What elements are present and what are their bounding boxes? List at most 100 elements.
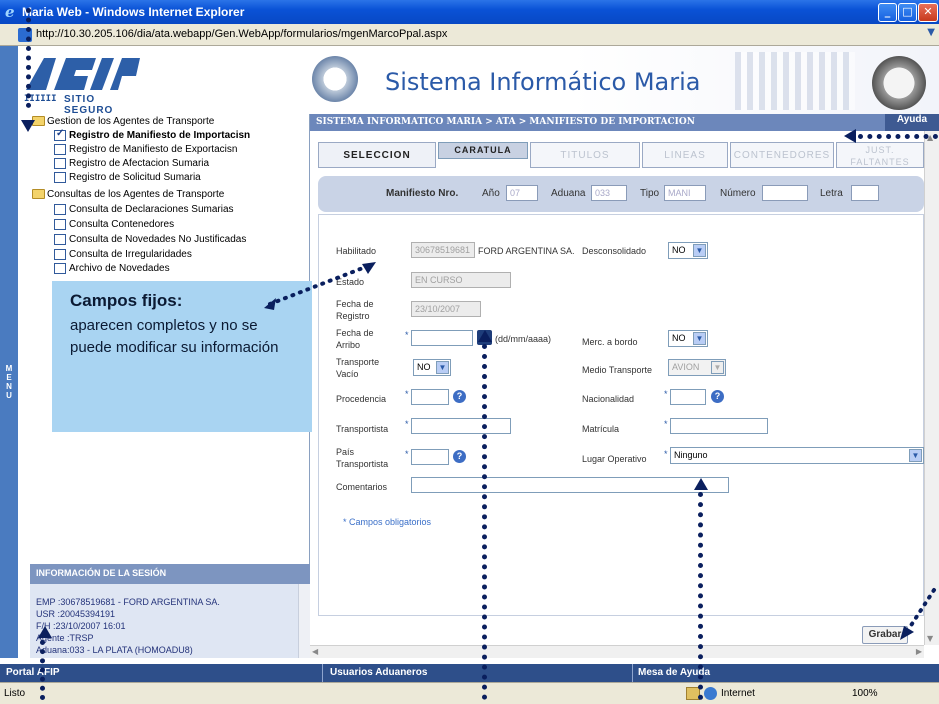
pais-transportista-label: País Transportista [336,447,389,469]
divider [632,664,633,682]
tab-titulos[interactable]: TITULOS [530,142,640,168]
merc-select[interactable]: NO ▼ [668,330,708,347]
tree-item-consulta-novedades[interactable]: Consulta de Novedades No Justificadas [54,234,246,245]
chevron-down-icon: ▼ [711,361,724,374]
tree-item-registro-exportacion[interactable]: Registro de Manifiesto de Exportacisn [54,144,237,155]
annotation-arrow [844,129,856,143]
manifest-tipo-field: MANI [664,185,706,201]
banner-title: Sistema Informático Maria [385,68,701,96]
session-info: EMP :30678519681 - FORD ARGENTINA SA. US… [30,584,310,658]
address-url[interactable]: http://10.30.205.106/dia/ata.webapp/Gen.… [36,28,447,40]
horizontal-scrollbar[interactable]: ◀ ▶ [310,645,924,658]
required-asterisk: * [405,330,409,340]
link-usuarios-aduaneros[interactable]: Usuarios Aduaneros [330,667,427,678]
session-aduana: Aduana:033 - LA PLATA (HOMOADU8) [36,645,193,655]
minimize-button[interactable]: _ [878,3,897,22]
tab-lineas[interactable]: LINEAS [642,142,728,168]
tree-item-consulta-irregularidades[interactable]: Consulta de Irregularidades [54,249,192,260]
document-icon [54,172,66,183]
zoom-level[interactable]: 100% [852,688,878,699]
tree-item-consulta-declaraciones[interactable]: Consulta de Declaraciones Sumarias [54,204,234,215]
help-icon[interactable]: ? [711,390,724,403]
medio-transporte-label: Medio Transporte [582,365,653,375]
tab-just-faltantes[interactable]: JUST. FALTANTES [836,142,924,168]
tree-folder-consultas[interactable]: Consultas de los Agentes de Transporte [32,189,224,200]
chevron-down-icon: ▼ [693,332,706,345]
maria-seal-icon [312,56,358,102]
matricula-field[interactable] [670,418,768,434]
help-icon[interactable]: ? [453,390,466,403]
required-asterisk: * [664,449,668,459]
afip-logo-subtitle: SITIO SEGURO [64,94,114,116]
form-area [318,214,924,616]
tree-item-consulta-contenedores[interactable]: Consulta Contenedores [54,219,174,230]
manifest-numero-label: Número [720,188,756,199]
callout-title: Campos fijos: [70,291,183,310]
divider [322,664,323,682]
tree-folder-gestion[interactable]: Gestion de los Agentes de Transporte [32,116,214,127]
annotation-pointer-comentarios [698,492,703,700]
document-icon [54,144,66,155]
fecha-arribo-field[interactable] [411,330,473,346]
tree-item-afectacion-sumaria[interactable]: Registro de Afectacion Sumaria [54,158,209,169]
annotation-pointer-fixed-fields [264,262,376,310]
chevron-down-icon: ▼ [436,361,449,374]
comentarios-field[interactable] [411,477,729,493]
maximize-button[interactable]: □ [898,3,917,22]
side-menu-strip[interactable]: M E N U [0,46,18,658]
medio-transporte-select: AVION ▼ [668,359,726,376]
tree-item-registro-importacion[interactable]: ✓ Registro de Manifiesto de Importacisn [54,128,250,141]
vertical-scrollbar[interactable]: ▲ ▼ [924,131,939,645]
dropdown-arrow-icon[interactable]: ▼ [927,27,935,38]
pais-transportista-field[interactable] [411,449,449,465]
address-bar[interactable]: http://10.30.205.106/dia/ata.webapp/Gen.… [0,24,939,46]
manifest-aduana-label: Aduana [551,188,586,199]
manifest-year-field: 07 [506,185,538,201]
scroll-right-icon[interactable]: ▶ [916,647,922,656]
required-asterisk: * [405,449,409,459]
transporte-vacio-select[interactable]: NO ▼ [413,359,451,376]
procedencia-field[interactable] [411,389,449,405]
fecha-arribo-label: Fecha de Arribo [336,328,374,350]
procedencia-label: Procedencia [336,394,387,404]
breadcrumb: SISTEMA INFORMATICO MARIA > ATA > MANIFI… [316,117,695,127]
chevron-down-icon: ▼ [693,244,706,257]
transportista-field[interactable] [411,418,511,434]
help-icon[interactable]: ? [453,450,466,463]
ie-icon: e [4,3,19,21]
nacionalidad-field[interactable] [670,389,706,405]
checked-doc-icon: ✓ [54,128,66,141]
session-usr: USR :20045394191 [36,609,116,619]
link-portal-afip[interactable]: Portal AFIP [6,667,60,678]
tab-caratula[interactable]: CARATULA [438,142,528,159]
document-icon [54,234,66,245]
tree-item-archivo-novedades[interactable]: Archivo de Novedades [54,263,170,274]
estado-field: EN CURSO [411,272,511,288]
status-text: Listo [4,688,26,699]
session-scrollbar[interactable] [298,584,310,658]
desconsolidado-select[interactable]: NO ▼ [668,242,708,259]
document-icon [54,204,66,215]
scroll-left-icon[interactable]: ◀ [312,647,318,656]
fecha-registro-field: 23/10/2007 [411,301,481,317]
tree-item-solicitud-sumaria[interactable]: Registro de Solicitud Sumaria [54,172,201,183]
habilitado-name: FORD ARGENTINA SA. [478,246,575,256]
matricula-label: Matrícula [582,424,620,434]
transporte-vacio-label: Transporte Vacío [336,357,380,379]
lugar-operativo-select[interactable]: Ninguno ▼ [670,447,924,464]
document-icon [54,158,66,169]
session-emp: EMP :30678519681 - FORD ARGENTINA SA. [36,597,220,607]
document-icon [54,263,66,274]
annotation-pointer-help [858,134,938,139]
help-link[interactable]: Ayuda [885,114,939,131]
habilitado-field: 30678519681 [411,242,475,258]
manifest-aduana-field: 033 [591,185,627,201]
status-bar: Listo Internet 100% [0,682,939,704]
manifest-letra-field [851,185,879,201]
close-button[interactable]: ✕ [918,3,938,22]
bottom-link-bar: Portal AFIP Usuarios Aduaneros Mesa de A… [0,664,939,682]
tab-seleccion[interactable]: SELECCION [318,142,436,168]
decorative-pattern [735,52,855,110]
comentarios-label: Comentarios [336,482,388,492]
tab-contenedores[interactable]: CONTENEDORES [730,142,834,168]
